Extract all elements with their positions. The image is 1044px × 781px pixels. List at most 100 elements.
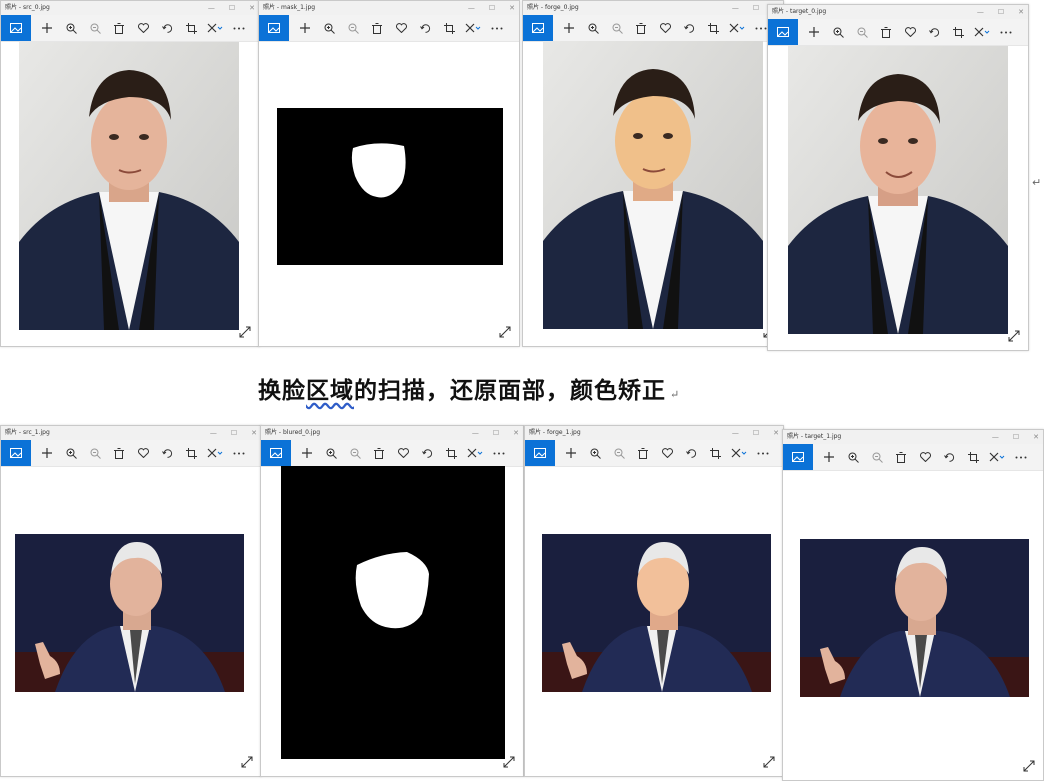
window-titlebar[interactable]: 照片 - blured_0.jpg — ☐ ✕ [261, 426, 523, 440]
edit-icon[interactable] [203, 440, 227, 466]
more-icon[interactable] [487, 440, 511, 466]
photo-view-icon[interactable] [768, 19, 798, 45]
close-icon[interactable]: ✕ [773, 426, 779, 440]
rotate-icon[interactable] [415, 440, 439, 466]
window-titlebar[interactable]: 照片 - src_1.jpg — ☐ ✕ [1, 426, 261, 440]
rotate-icon[interactable] [413, 15, 437, 41]
window-titlebar[interactable]: 照片 - forge_0.jpg —☐✕ [523, 1, 783, 15]
close-icon[interactable]: ✕ [249, 1, 255, 15]
delete-icon[interactable] [874, 19, 898, 45]
edit-icon[interactable] [985, 444, 1009, 470]
more-icon[interactable] [1009, 444, 1033, 470]
window-titlebar[interactable]: 照片 - target_0.jpg — ☐ ✕ [768, 5, 1028, 19]
window-titlebar[interactable]: 照片 - forge_1.jpg — ☐ ✕ [525, 426, 783, 440]
add-icon[interactable] [802, 19, 826, 45]
rotate-icon[interactable] [937, 444, 961, 470]
photo-view-icon[interactable] [525, 440, 555, 466]
zoom-in-icon[interactable] [581, 15, 605, 41]
crop-icon[interactable] [439, 440, 463, 466]
add-icon[interactable] [293, 15, 317, 41]
add-icon[interactable] [817, 444, 841, 470]
zoom-out-icon[interactable] [83, 440, 107, 466]
zoom-out-icon[interactable] [341, 15, 365, 41]
favorite-icon[interactable] [913, 444, 937, 470]
zoom-in-icon[interactable] [317, 15, 341, 41]
minimize-icon[interactable]: — [732, 1, 739, 15]
delete-icon[interactable] [629, 15, 653, 41]
zoom-in-icon[interactable] [319, 440, 343, 466]
more-icon[interactable] [751, 440, 775, 466]
delete-icon[interactable] [365, 15, 389, 41]
zoom-in-icon[interactable] [583, 440, 607, 466]
zoom-out-icon[interactable] [607, 440, 631, 466]
photo-view-icon[interactable] [261, 440, 291, 466]
minimize-icon[interactable]: — [977, 5, 984, 19]
crop-icon[interactable] [179, 440, 203, 466]
crop-icon[interactable] [437, 15, 461, 41]
photo-view-icon[interactable] [783, 444, 813, 470]
edit-icon[interactable] [463, 440, 487, 466]
crop-icon[interactable] [946, 19, 970, 45]
close-icon[interactable]: ✕ [509, 1, 515, 15]
maximize-icon[interactable]: ☐ [1013, 430, 1019, 444]
minimize-icon[interactable]: — [472, 426, 479, 440]
window-titlebar[interactable]: 照片 - src_0.jpg — ☐ ✕ [1, 1, 259, 15]
zoom-out-icon[interactable] [83, 15, 107, 41]
crop-icon[interactable] [179, 15, 203, 41]
expand-icon[interactable] [241, 756, 253, 768]
favorite-icon[interactable] [131, 15, 155, 41]
rotate-icon[interactable] [922, 19, 946, 45]
more-icon[interactable] [227, 440, 251, 466]
maximize-icon[interactable]: ☐ [489, 1, 495, 15]
favorite-icon[interactable] [653, 15, 677, 41]
expand-icon[interactable] [1008, 330, 1020, 342]
maximize-icon[interactable]: ☐ [998, 5, 1004, 19]
close-icon[interactable]: ✕ [1033, 430, 1039, 444]
more-icon[interactable] [994, 19, 1018, 45]
favorite-icon[interactable] [131, 440, 155, 466]
maximize-icon[interactable]: ☐ [231, 426, 237, 440]
zoom-in-icon[interactable] [841, 444, 865, 470]
minimize-icon[interactable]: — [732, 426, 739, 440]
add-icon[interactable] [557, 15, 581, 41]
photo-view-icon[interactable] [259, 15, 289, 41]
edit-icon[interactable] [727, 440, 751, 466]
crop-icon[interactable] [703, 440, 727, 466]
window-titlebar[interactable]: 照片 - mask_1.jpg — ☐ ✕ [259, 1, 519, 15]
rotate-icon[interactable] [677, 15, 701, 41]
expand-icon[interactable] [763, 756, 775, 768]
rotate-icon[interactable] [155, 15, 179, 41]
zoom-in-icon[interactable] [826, 19, 850, 45]
add-icon[interactable] [295, 440, 319, 466]
zoom-out-icon[interactable] [850, 19, 874, 45]
edit-icon[interactable] [725, 15, 749, 41]
delete-icon[interactable] [107, 15, 131, 41]
crop-icon[interactable] [961, 444, 985, 470]
favorite-icon[interactable] [655, 440, 679, 466]
favorite-icon[interactable] [389, 15, 413, 41]
zoom-in-icon[interactable] [59, 15, 83, 41]
expand-icon[interactable] [503, 756, 515, 768]
minimize-icon[interactable]: — [208, 1, 215, 15]
add-icon[interactable] [35, 440, 59, 466]
photo-view-icon[interactable] [1, 440, 31, 466]
delete-icon[interactable] [889, 444, 913, 470]
maximize-icon[interactable]: ☐ [493, 426, 499, 440]
add-icon[interactable] [35, 15, 59, 41]
zoom-out-icon[interactable] [605, 15, 629, 41]
maximize-icon[interactable]: ☐ [229, 1, 235, 15]
photo-view-icon[interactable] [1, 15, 31, 41]
favorite-icon[interactable] [898, 19, 922, 45]
close-icon[interactable]: ✕ [251, 426, 257, 440]
crop-icon[interactable] [701, 15, 725, 41]
minimize-icon[interactable]: — [468, 1, 475, 15]
delete-icon[interactable] [367, 440, 391, 466]
window-titlebar[interactable]: 照片 - target_1.jpg — ☐ ✕ [783, 430, 1043, 444]
minimize-icon[interactable]: — [992, 430, 999, 444]
rotate-icon[interactable] [679, 440, 703, 466]
close-icon[interactable]: ✕ [513, 426, 519, 440]
add-icon[interactable] [559, 440, 583, 466]
favorite-icon[interactable] [391, 440, 415, 466]
zoom-out-icon[interactable] [865, 444, 889, 470]
zoom-in-icon[interactable] [59, 440, 83, 466]
